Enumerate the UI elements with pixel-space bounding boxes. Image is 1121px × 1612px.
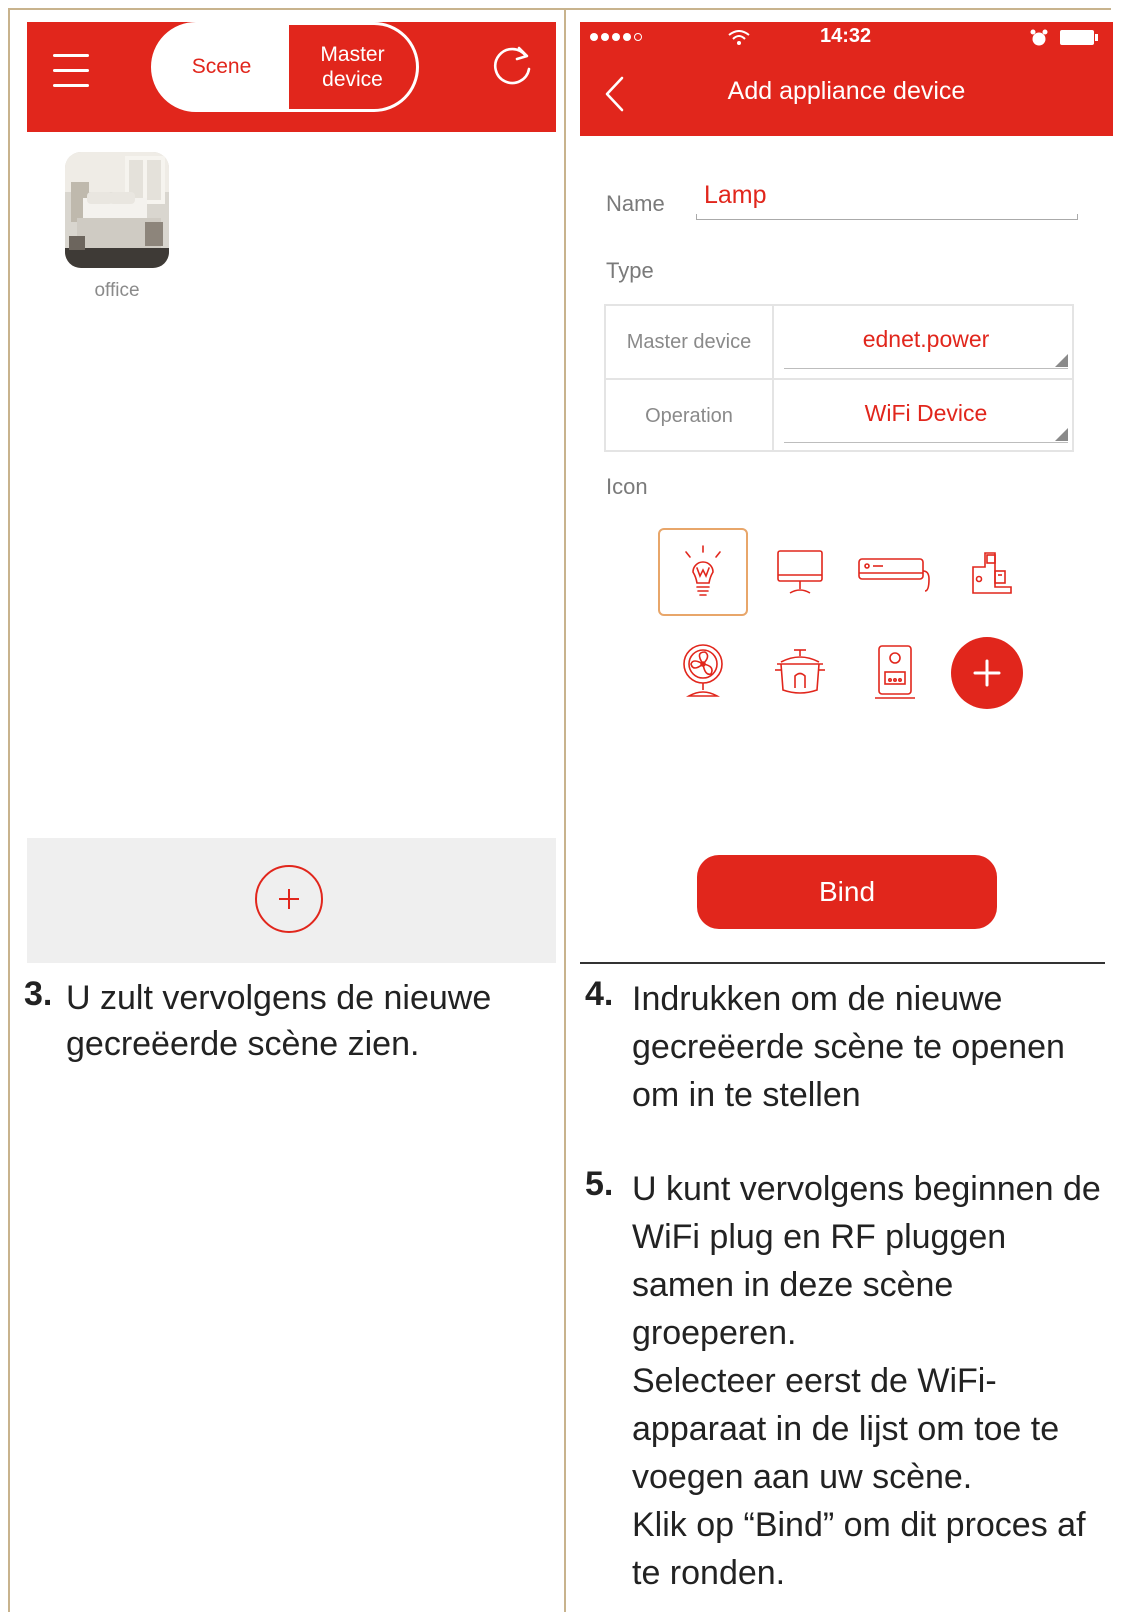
- add-icon-button[interactable]: [951, 637, 1023, 709]
- status-time: 14:32: [820, 25, 872, 47]
- fan-icon: [683, 644, 723, 697]
- scene-label: office: [94, 280, 140, 301]
- bedroom-image: [65, 152, 169, 268]
- speaker-icon-option[interactable]: [850, 628, 940, 716]
- coffee-machine-icon-option[interactable]: [946, 528, 1036, 616]
- step-5-paragraph-2: Selecteer eerst de WiFi-apparaat in de l…: [632, 1362, 1060, 1496]
- operation-row: Operation WiFi Device: [606, 380, 1072, 452]
- bind-button[interactable]: Bind: [697, 855, 997, 929]
- page-title: Add appliance device: [727, 77, 966, 105]
- dropdown-triangle-icon: [1055, 354, 1068, 367]
- icon-label: Icon: [606, 474, 648, 499]
- dropdown-triangle-icon: [1055, 428, 1068, 441]
- air-conditioner-icon-option[interactable]: [850, 528, 940, 616]
- signal-icon: [590, 33, 642, 41]
- monitor-icon: [777, 550, 823, 594]
- menu-icon[interactable]: [53, 54, 89, 88]
- wifi-icon: [728, 30, 750, 45]
- air-conditioner-icon: [858, 558, 930, 592]
- appliance-header: 14:32 Add appliance device: [580, 22, 1113, 136]
- battery-icon: [1060, 30, 1098, 45]
- speaker-icon: [875, 645, 915, 699]
- select-underline: [784, 442, 1068, 443]
- operation-value: WiFi Device: [864, 400, 988, 426]
- scene-header: Scene Master device: [27, 22, 556, 132]
- master-device-row: Master device ednet.power: [606, 306, 1072, 380]
- scene-device-toggle: Scene Master device: [151, 22, 419, 112]
- step-3-text: U zult vervolgens de nieuwe gecreëerde s…: [66, 979, 492, 1063]
- step-5-number: 5.: [585, 1165, 614, 1203]
- step-5-paragraph-3: Klik op “Bind” om dit proces af te ronde…: [632, 1506, 1086, 1592]
- scene-footer: [27, 838, 556, 963]
- column-divider: [564, 8, 566, 1612]
- name-field[interactable]: Lamp: [704, 181, 767, 210]
- section-rule: [580, 962, 1105, 964]
- add-scene-button[interactable]: [255, 865, 323, 933]
- step-3-number: 3.: [24, 975, 53, 1013]
- step-5-text: U kunt vervolgens beginnen de WiFi plug …: [632, 1165, 1112, 1597]
- step-4-number: 4.: [585, 975, 614, 1013]
- name-label: Name: [606, 191, 665, 216]
- type-table: Master device ednet.power Operation WiFi…: [604, 304, 1074, 452]
- select-underline: [784, 368, 1068, 369]
- tab-master-device[interactable]: Master device: [289, 25, 416, 109]
- coffee-machine-icon: [972, 552, 1012, 594]
- master-device-label: Master device: [606, 306, 774, 378]
- scene-thumbnail-office[interactable]: [65, 152, 169, 268]
- fan-icon-option[interactable]: [658, 628, 748, 716]
- monitor-icon-option[interactable]: [755, 528, 845, 616]
- tab-scene[interactable]: Scene: [154, 25, 289, 109]
- step-5-paragraph-1: U kunt vervolgens beginnen de WiFi plug …: [632, 1170, 1101, 1352]
- operation-select[interactable]: WiFi Device: [784, 380, 1068, 452]
- type-label: Type: [606, 258, 654, 283]
- tab-master-device-line2: device: [322, 68, 383, 91]
- rice-cooker-icon: [775, 649, 825, 694]
- plus-icon: [279, 889, 299, 909]
- alarm-icon: [1030, 29, 1048, 46]
- rice-cooker-icon-option[interactable]: [755, 628, 845, 716]
- refresh-icon[interactable]: [489, 44, 535, 90]
- lamp-icon: [685, 545, 721, 596]
- master-device-value: ednet.power: [862, 326, 990, 352]
- status-bar: 14:32: [580, 22, 1113, 56]
- tab-master-device-line1: Master: [320, 43, 385, 66]
- master-device-select[interactable]: ednet.power: [784, 306, 1068, 378]
- lamp-icon-option[interactable]: [658, 528, 748, 616]
- operation-label: Operation: [606, 380, 774, 452]
- plus-icon: [973, 659, 1001, 687]
- step-4-text: Indrukken om de nieuwe gecreëerde scène …: [632, 980, 1065, 1114]
- name-field-underline: [696, 214, 1078, 220]
